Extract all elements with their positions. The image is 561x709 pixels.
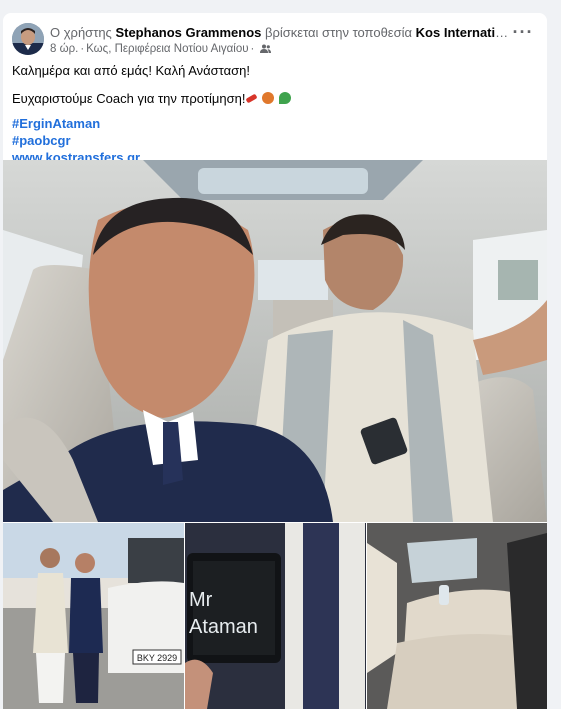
firecracker-emoji-icon [245,93,258,104]
hashtag-paobcgr-link[interactable]: #paobcgr [12,132,537,149]
hashtag-erginataman-link[interactable]: #ErginAtaman [12,115,537,132]
post-place[interactable]: Κως, Περιφέρεια Νοτίου Αιγαίου [86,43,248,55]
photo-car-outside[interactable]: ΒΚΥ 2929 [3,523,184,709]
author-prefix: Ο χρήστης [50,25,112,40]
tablet-text-mr: Mr [189,589,213,611]
photo-name-sign[interactable]: Mr Ataman [185,523,366,709]
location-prefix: βρίσκεται στην τοποθεσία [265,25,413,40]
photo-car-interior[interactable] [367,523,547,709]
post-line-2: Ευχαριστούμε Coach για την προτίμηση! [12,89,537,109]
location-link[interactable]: Kos International Air... [416,25,510,40]
more-options-icon[interactable]: ··· [511,23,535,47]
post-card: Ο χρήστης Stephanos Grammenos βρίσκεται … [3,13,547,709]
post-text: Καλημέρα και από εμάς! Καλή Ανάσταση! Ευ… [12,61,537,166]
shamrock-emoji-icon [278,92,291,104]
post-title-line: Ο χρήστης Stephanos Grammenos βρίσκεται … [50,24,510,41]
meta-separator: · [250,43,255,55]
basketball-emoji-icon [262,92,275,104]
license-plate: ΒΚΥ 2929 [137,653,177,663]
author-name-link[interactable]: Stephanos Grammenos [115,25,261,40]
friends-icon[interactable] [260,43,272,57]
tablet-text-ataman: Ataman [189,616,258,638]
post-line-1: Καλημέρα και από εμάς! Καλή Ανάσταση! [12,63,250,78]
post-meta: 8 ώρ. · Κως, Περιφέρεια Νοτίου Αιγαίου · [50,42,272,57]
meta-separator: · [80,43,85,55]
post-timestamp[interactable]: 8 ώρ. [50,43,78,55]
post-header: Ο χρήστης Stephanos Grammenos βρίσκεται … [12,23,537,59]
post-line-2-text: Ευχαριστούμε Coach για την προτίμηση! [12,91,246,106]
main-photo[interactable] [3,160,547,522]
author-avatar[interactable] [12,23,44,55]
